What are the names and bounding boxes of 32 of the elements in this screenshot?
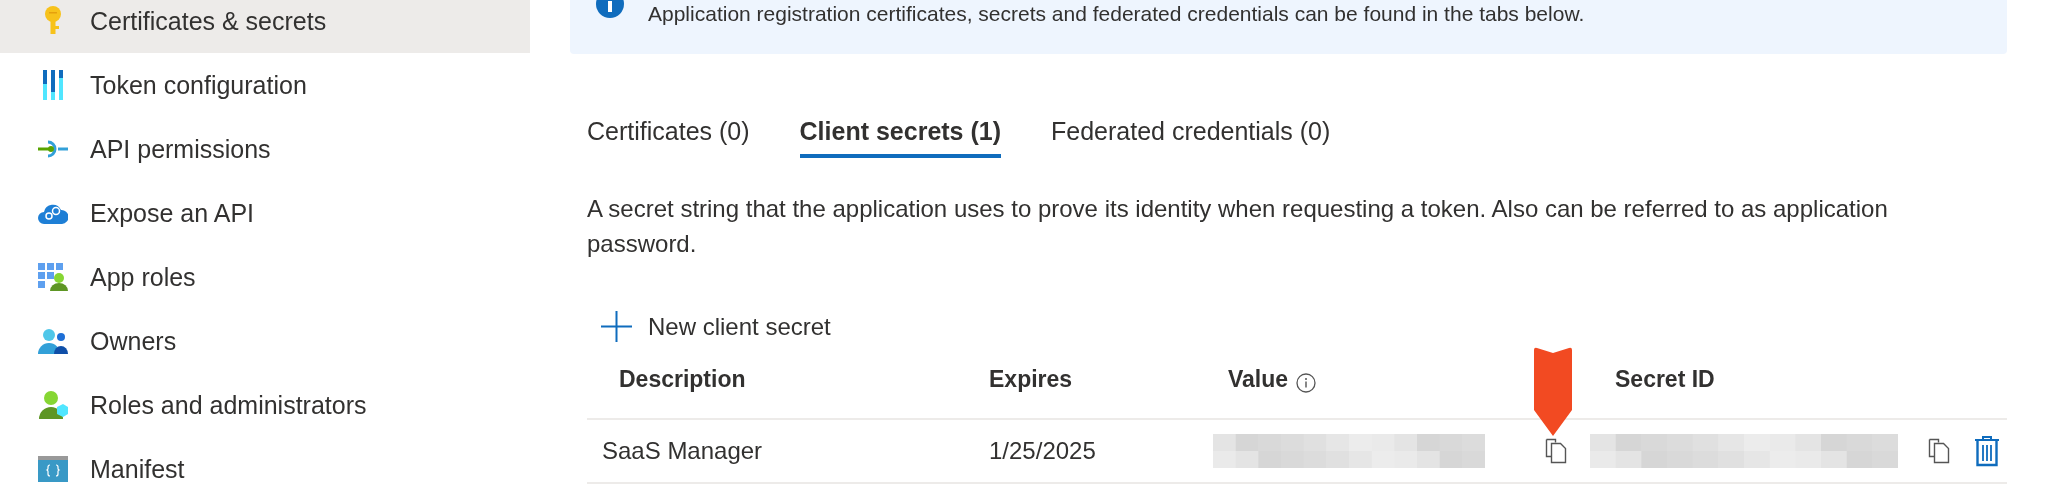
column-header: Value	[1228, 366, 1289, 393]
copy-icon[interactable]	[1928, 438, 1950, 464]
sidebar-item[interactable]: Manifest	[0, 437, 530, 501]
key-icon	[43, 6, 63, 36]
delete-icon[interactable]	[1974, 435, 2000, 467]
braces-icon	[38, 456, 68, 482]
grid-person-icon	[38, 263, 68, 291]
sidebar-item[interactable]: App roles	[0, 245, 530, 309]
cloud-gear-icon	[38, 202, 68, 224]
person-cube-icon	[38, 391, 68, 419]
sidebar-item[interactable]: API permissions	[0, 117, 530, 181]
column-header: Expires	[989, 366, 1073, 393]
column-header: Description	[619, 366, 746, 393]
copy-icon[interactable]	[1545, 438, 1567, 464]
plus-icon	[601, 311, 632, 342]
new-client-secret-button[interactable]: New client secret	[587, 311, 831, 342]
sidebar-item[interactable]: Owners	[0, 309, 530, 373]
description-text: A secret string that the application uses to prove its identity when requesting a token. Also can be referred to as application password.	[587, 194, 1889, 259]
tab[interactable]: Client secrets (1)	[799, 105, 1001, 158]
people-icon	[38, 328, 68, 354]
info-message: Application registration certificates, secrets and federated credentials can be found in the tabs below.	[648, 2, 1585, 26]
bars-icon	[41, 70, 65, 100]
sidebar-item[interactable]: Roles and administrators	[0, 373, 530, 437]
sidebar-item[interactable]: Expose an API	[0, 181, 530, 245]
tab[interactable]: Certificates (0)	[587, 105, 750, 158]
sidebar-item[interactable]: Certificates & secrets	[0, 0, 530, 53]
sidebar-item[interactable]: Token configuration	[0, 53, 530, 117]
tab[interactable]: Federated credentials (0)	[1051, 105, 1331, 158]
connector-icon	[38, 140, 68, 158]
table-cell: 1/25/2025	[989, 437, 1096, 465]
column-header: Secret ID	[1615, 366, 1715, 393]
table-cell: SaaS Manager	[602, 437, 763, 465]
